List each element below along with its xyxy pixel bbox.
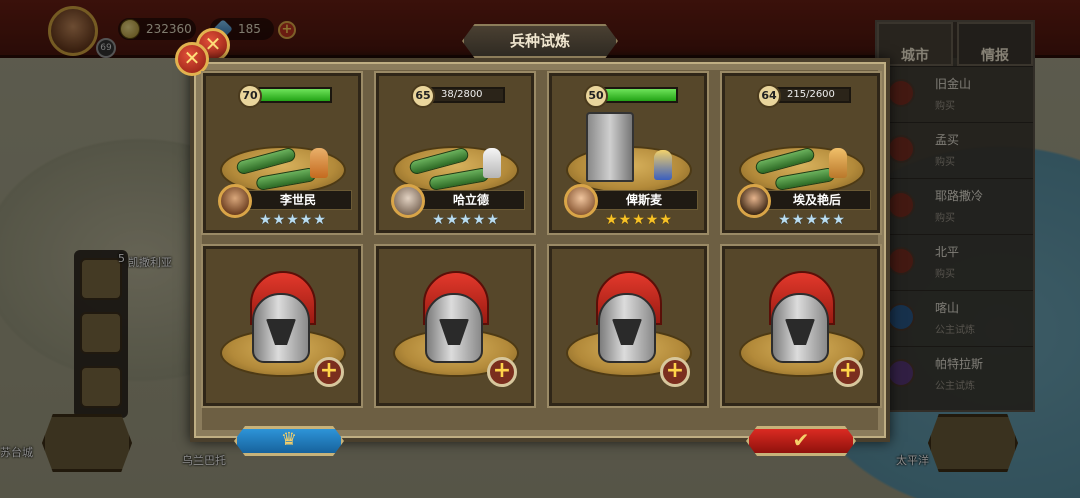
helmet-icon [763,271,837,367]
unit-card[interactable]: 64 215/2600 埃及艳后 ★★★★★ [722,73,880,233]
confirm-button[interactable]: ✔ [746,426,856,456]
plus-icon[interactable]: + [487,357,517,387]
siege-tower-icon [586,112,634,182]
dialog-title: 兵种试炼 [462,24,618,58]
soldier-icon [310,148,328,178]
hero-portrait[interactable] [218,184,252,218]
checkmark-icon: ✔ [792,428,810,452]
star-rating: ★★★★★ [605,212,673,228]
progress-text: 215/2600 [787,89,835,100]
hero-portrait[interactable] [737,184,771,218]
hero-name: 俾斯麦 [590,190,698,210]
unit-level: 64 [757,84,781,108]
empty-unit-slot[interactable]: + [376,246,534,406]
hero-name: 李世民 [244,190,352,210]
empty-unit-slot[interactable]: + [549,246,707,406]
close-icon[interactable]: ✕ [175,42,209,76]
crown-button[interactable]: ♛ [234,426,344,456]
soldier-icon [829,148,847,178]
plus-icon[interactable]: + [660,357,690,387]
empty-unit-slot[interactable]: + [722,246,880,406]
hero-name: 埃及艳后 [763,190,871,210]
star-rating: ★★★★★ [778,212,846,228]
helmet-icon [590,271,664,367]
unit-progress-bar: 38/2800 [425,87,505,103]
unit-card[interactable]: 70 李世民 ★★★★★ [203,73,361,233]
unit-progress-bar [598,87,678,103]
empty-unit-slot[interactable]: + [203,246,361,406]
hero-name: 哈立德 [417,190,525,210]
progress-text: 38/2800 [441,89,483,100]
star-rating: ★★★★★ [259,212,327,228]
unit-level: 50 [584,84,608,108]
plus-icon[interactable]: + [314,357,344,387]
unit-progress-bar [252,87,332,103]
unit-card[interactable]: 50 俾斯麦 ★★★★★ [549,73,707,233]
crown-icon: ♛ [280,429,298,450]
hero-portrait[interactable] [391,184,425,218]
plus-icon[interactable]: + [833,357,863,387]
unit-card[interactable]: 65 38/2800 哈立德 ★★★★★ [376,73,534,233]
unit-level: 65 [411,84,435,108]
helmet-icon [244,271,318,367]
unit-level: 70 [238,84,262,108]
soldier-icon [483,148,501,178]
unit-progress-bar: 215/2600 [771,87,851,103]
soldier-icon [654,150,672,180]
hero-portrait[interactable] [564,184,598,218]
helmet-icon [417,271,491,367]
star-rating: ★★★★★ [432,212,500,228]
